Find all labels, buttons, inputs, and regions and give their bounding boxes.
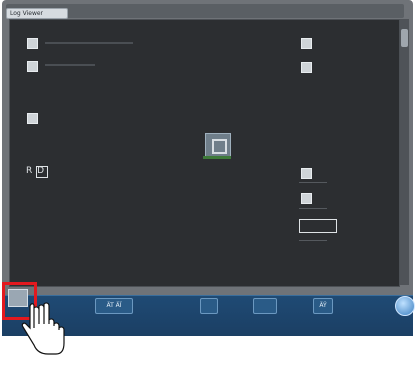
row-divider <box>299 182 327 183</box>
row-divider <box>299 240 327 241</box>
toolbar-button-2[interactable] <box>200 298 218 314</box>
row-divider <box>45 42 133 44</box>
toolbar-button-4-label: ÄŸ <box>319 302 327 309</box>
status-bar <box>203 156 231 159</box>
rd-box-icon <box>36 166 48 178</box>
grid-icon[interactable] <box>301 38 312 49</box>
grid-icon[interactable] <box>301 62 312 73</box>
hand-pointer-icon <box>21 302 65 355</box>
toolbar-button-4[interactable]: ÄŸ <box>313 298 333 314</box>
lock-icon[interactable] <box>301 193 312 204</box>
target-icon-inner <box>212 139 227 154</box>
row-divider <box>45 64 95 66</box>
window-title: Log Viewer <box>10 10 44 17</box>
toolbar-button-3[interactable] <box>253 298 277 314</box>
square-icon[interactable] <box>301 168 312 179</box>
scrollbar-thumb[interactable] <box>401 29 408 47</box>
checkbox-icon[interactable] <box>299 219 337 233</box>
toolbar-button-1[interactable]: ÄT ÄÏ <box>95 298 133 314</box>
window-title-tab[interactable]: Log Viewer <box>6 8 68 19</box>
orb-icon[interactable] <box>395 296 415 316</box>
square-icon[interactable] <box>27 113 38 124</box>
grid-icon[interactable] <box>27 61 38 72</box>
right-scrollbar[interactable] <box>400 19 409 285</box>
grid-icon[interactable] <box>27 38 38 49</box>
target-icon[interactable] <box>205 133 231 157</box>
row-divider <box>299 208 327 209</box>
toolbar-button-1-label: ÄT ÄÏ <box>106 302 122 309</box>
